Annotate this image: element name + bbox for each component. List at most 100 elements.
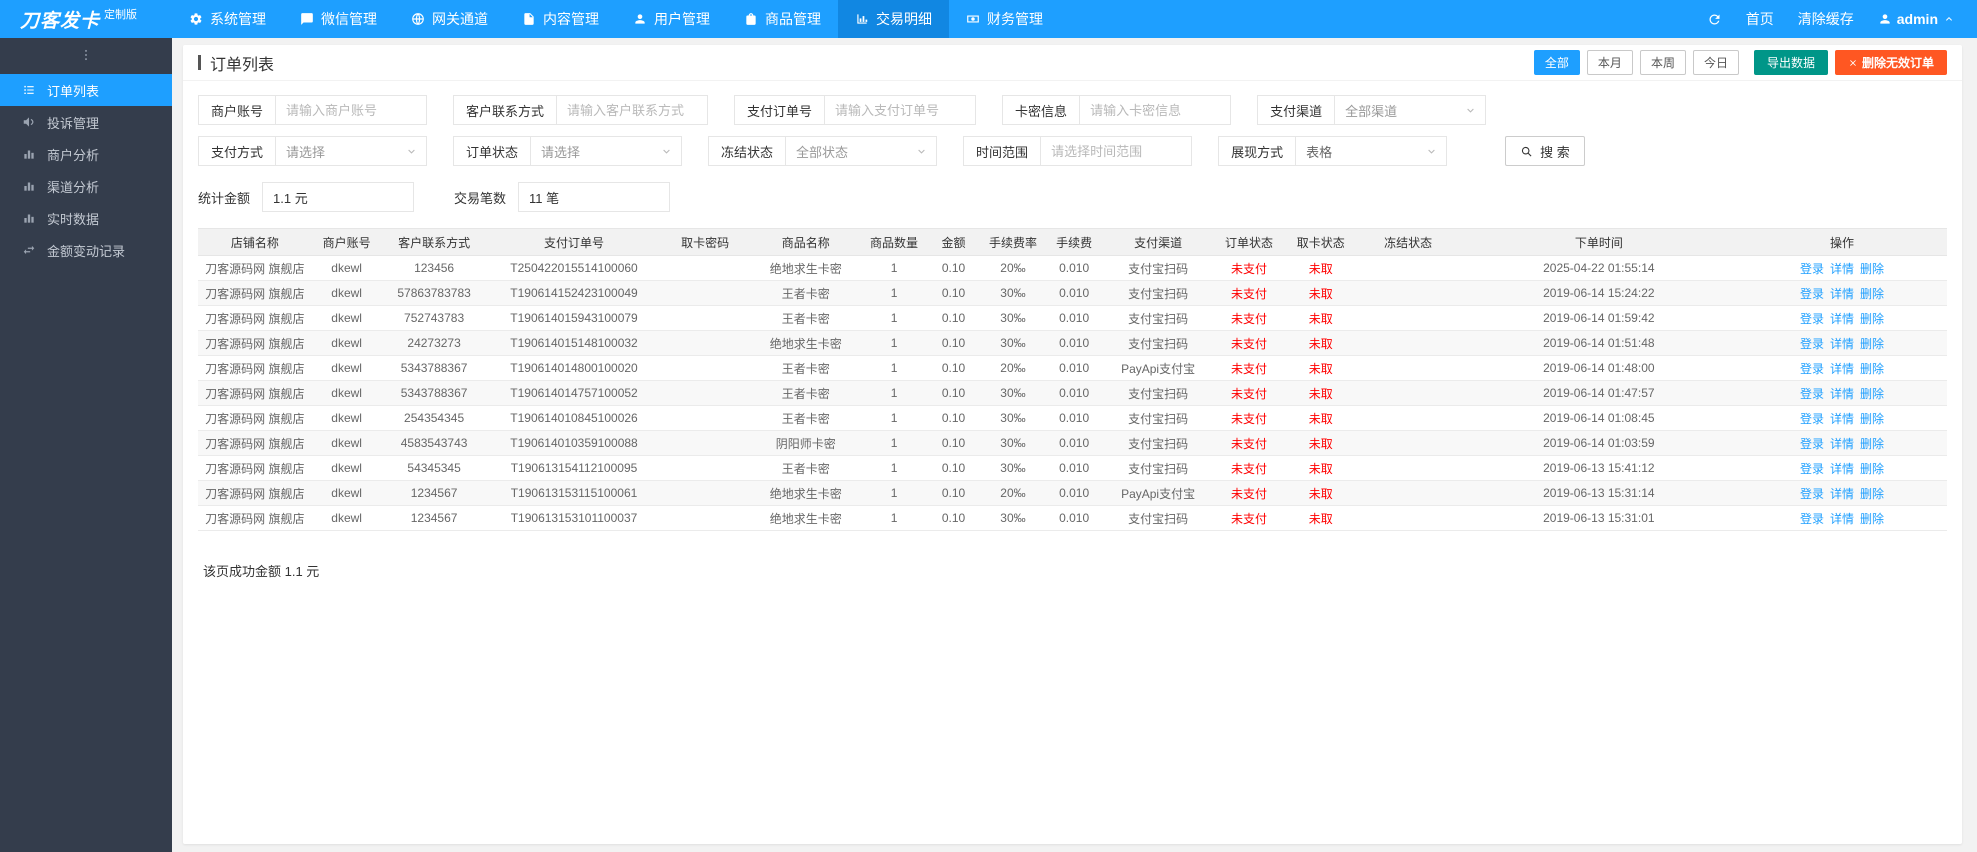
text-input[interactable] [1079, 95, 1232, 125]
home-link[interactable]: 首页 [1734, 0, 1786, 38]
action-detail-link[interactable]: 详情 [1830, 312, 1854, 326]
more-menu-button[interactable] [0, 42, 172, 68]
cell-qty: 1 [862, 480, 926, 506]
cell-merchant: dkewl [311, 505, 382, 531]
card-body: 商户账号 客户联系方式 支付订单号 卡密信息 支付渠道 全部渠道 支付方式 请选… [183, 81, 1962, 600]
sidebar-item-4[interactable]: 实时数据 [0, 202, 172, 234]
action-login-link[interactable]: 登录 [1800, 362, 1824, 376]
filter-field-订单状态: 订单状态 请选择 [453, 136, 683, 166]
cell-channel: 支付宝扫码 [1103, 455, 1213, 481]
cell-fee_rate: 30‰ [981, 455, 1045, 481]
action-login-link[interactable]: 登录 [1800, 437, 1824, 451]
action-login-link[interactable]: 登录 [1800, 387, 1824, 401]
text-input[interactable] [556, 95, 709, 125]
action-delete-link[interactable]: 删除 [1860, 387, 1884, 401]
action-login-link[interactable]: 登录 [1800, 487, 1824, 501]
action-login-link[interactable]: 登录 [1800, 287, 1824, 301]
cell-channel: 支付宝扫码 [1103, 305, 1213, 331]
sidebar-item-3[interactable]: 渠道分析 [0, 170, 172, 202]
cell-shop: 刀客源码网 旗舰店 [198, 305, 312, 331]
action-detail-link[interactable]: 详情 [1830, 462, 1854, 476]
action-detail-link[interactable]: 详情 [1830, 262, 1854, 276]
table-row: 刀客源码网 旗舰店 dkewl 5343788367 T190614014757100… [198, 380, 1947, 406]
action-detail-link[interactable]: 详情 [1830, 487, 1854, 501]
range-button-1[interactable]: 本月 [1586, 50, 1633, 75]
sidebar-item-5[interactable]: 金额变动记录 [0, 234, 172, 266]
delete-invalid-button[interactable]: 删除无效订单 [1834, 50, 1947, 75]
sidebar-item-0[interactable]: 订单列表 [0, 74, 172, 106]
table-row: 刀客源码网 旗舰店 dkewl 57863783783 T19061415242310… [198, 280, 1947, 306]
range-button-2[interactable]: 本周 [1639, 50, 1686, 75]
topnav-item-2[interactable]: 网关通道 [394, 0, 505, 38]
sidebar-item-1[interactable]: 投诉管理 [0, 106, 172, 138]
stat-value-input[interactable] [262, 182, 415, 212]
cell-time: 2019-06-14 15:24:22 [1460, 280, 1737, 306]
action-login-link[interactable]: 登录 [1800, 462, 1824, 476]
topnav-item-6[interactable]: 交易明细 [838, 0, 949, 38]
cell-order_no: T190614010359100088 [486, 430, 662, 456]
topnav-item-4[interactable]: 用户管理 [616, 0, 727, 38]
user-menu[interactable]: admin [1866, 11, 1955, 27]
topnav-item-5[interactable]: 商品管理 [727, 0, 838, 38]
action-detail-link[interactable]: 详情 [1830, 387, 1854, 401]
action-delete-link[interactable]: 删除 [1860, 487, 1884, 501]
action-delete-link[interactable]: 删除 [1860, 512, 1884, 526]
text-input[interactable] [824, 95, 977, 125]
topnav-item-0[interactable]: 系统管理 [172, 0, 283, 38]
select-control[interactable]: 请选择 [275, 136, 428, 166]
range-button-0[interactable]: 全部 [1533, 50, 1580, 75]
action-delete-link[interactable]: 删除 [1860, 262, 1884, 276]
sidebar-item-2[interactable]: 商户分析 [0, 138, 172, 170]
action-login-link[interactable]: 登录 [1800, 337, 1824, 351]
select-control[interactable]: 全部渠道 [1334, 95, 1487, 125]
action-delete-link[interactable]: 删除 [1860, 437, 1884, 451]
action-detail-link[interactable]: 详情 [1830, 287, 1854, 301]
action-delete-link[interactable]: 删除 [1860, 337, 1884, 351]
action-delete-link[interactable]: 删除 [1860, 462, 1884, 476]
action-detail-link[interactable]: 详情 [1830, 412, 1854, 426]
action-detail-link[interactable]: 详情 [1830, 437, 1854, 451]
action-delete-link[interactable]: 删除 [1860, 362, 1884, 376]
text-input[interactable] [1040, 136, 1193, 166]
brand-logo[interactable]: 刀客发卡 定制版 [0, 0, 172, 38]
page-title-text: 订单列表 [210, 56, 275, 74]
filter-row-2: 支付方式 请选择 订单状态 请选择 冻结状态 全部状态 时间范围 展现方式 表格… [198, 136, 1947, 166]
action-login-link[interactable]: 登录 [1800, 412, 1824, 426]
action-login-link[interactable]: 登录 [1800, 312, 1824, 326]
refresh-button[interactable] [1695, 0, 1734, 38]
action-delete-link[interactable]: 删除 [1860, 412, 1884, 426]
topnav-item-1[interactable]: 微信管理 [283, 0, 394, 38]
cell-contact: 57863783783 [381, 280, 487, 306]
cell-time: 2019-06-14 01:51:48 [1460, 330, 1737, 356]
cell-contact: 5343788367 [381, 355, 487, 381]
cell-merchant: dkewl [311, 355, 382, 381]
filter-field-卡密信息: 卡密信息 [1002, 95, 1232, 125]
export-button[interactable]: 导出数据 [1753, 50, 1828, 75]
clear-cache-link[interactable]: 清除缓存 [1786, 0, 1866, 38]
topnav-item-7[interactable]: 财务管理 [949, 0, 1060, 38]
filter-label: 冻结状态 [708, 136, 787, 166]
action-detail-link[interactable]: 详情 [1830, 512, 1854, 526]
stat-value-input[interactable] [518, 182, 671, 212]
range-button-3[interactable]: 今日 [1692, 50, 1739, 75]
select-control[interactable]: 表格 [1295, 136, 1448, 166]
cell-amount: 0.10 [925, 480, 982, 506]
cell-amount: 0.10 [925, 280, 982, 306]
cell-merchant: dkewl [311, 305, 382, 331]
action-delete-link[interactable]: 删除 [1860, 312, 1884, 326]
topnav-item-3[interactable]: 内容管理 [505, 0, 616, 38]
select-control[interactable]: 全部状态 [785, 136, 938, 166]
topnav-item-label: 微信管理 [321, 11, 377, 27]
search-button[interactable]: 搜 索 [1505, 136, 1585, 166]
action-detail-link[interactable]: 详情 [1830, 362, 1854, 376]
cell-card_pwd [661, 280, 749, 306]
text-input[interactable] [275, 95, 428, 125]
action-detail-link[interactable]: 详情 [1830, 337, 1854, 351]
cell-fee: 0.010 [1044, 355, 1104, 381]
action-delete-link[interactable]: 删除 [1860, 287, 1884, 301]
action-login-link[interactable]: 登录 [1800, 262, 1824, 276]
filter-field-支付渠道: 支付渠道 全部渠道 [1257, 95, 1487, 125]
select-control[interactable]: 请选择 [530, 136, 683, 166]
action-login-link[interactable]: 登录 [1800, 512, 1824, 526]
cell-card_pwd [661, 405, 749, 431]
